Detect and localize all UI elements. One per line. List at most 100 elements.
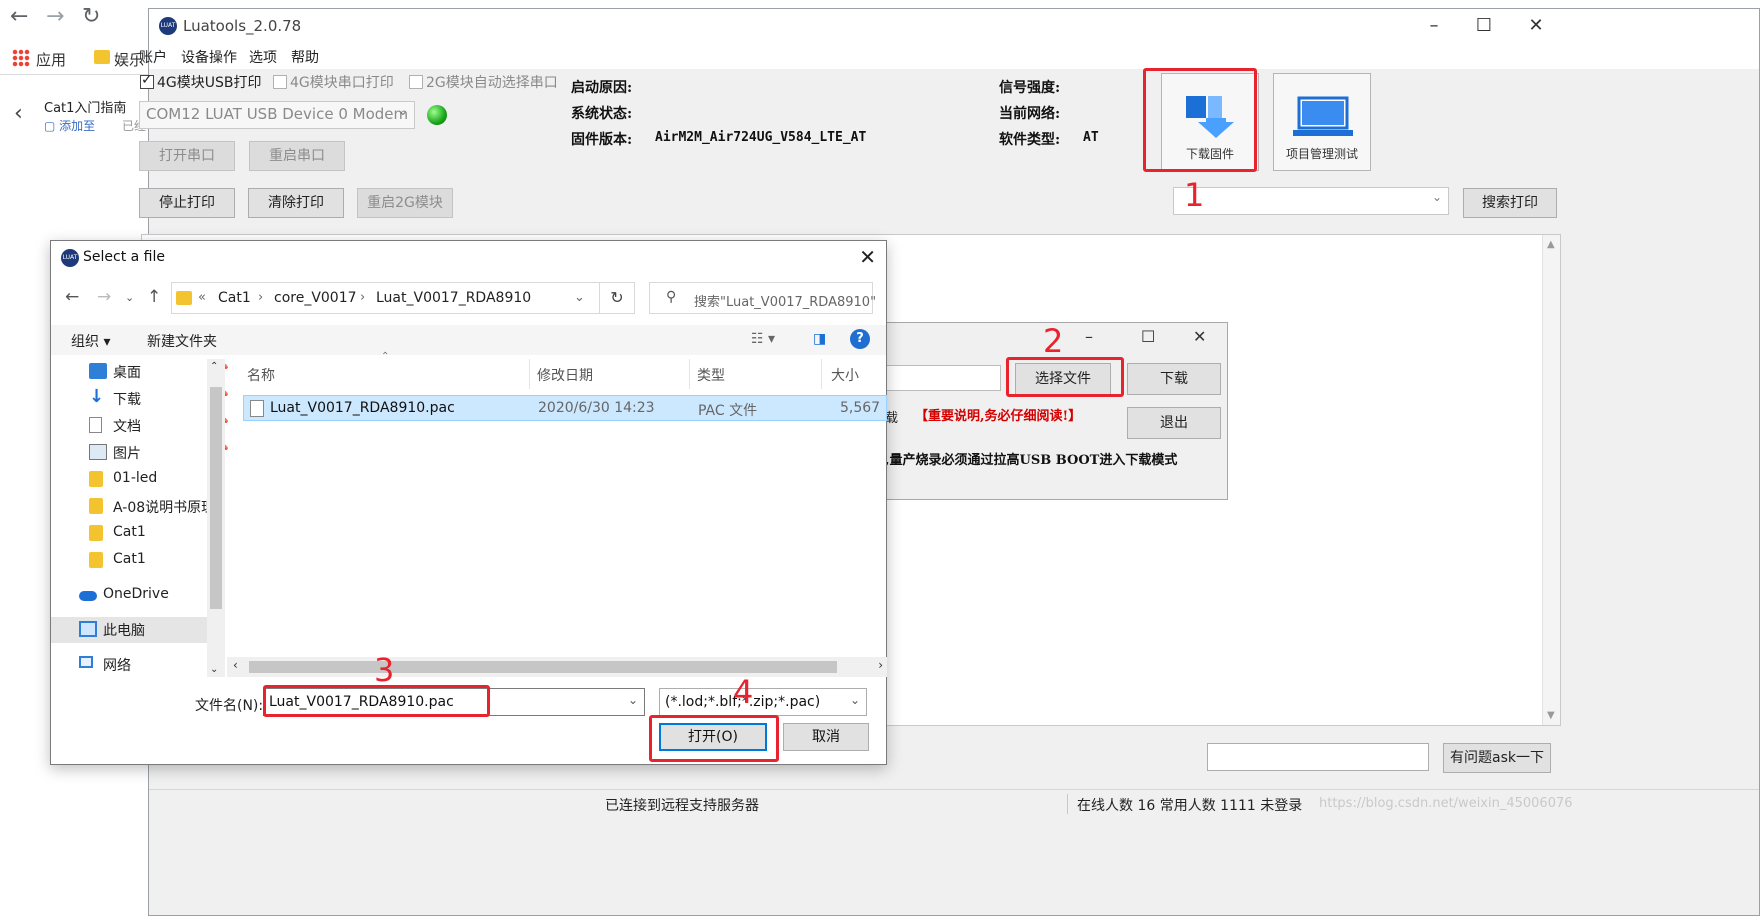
column-modified[interactable]: 修改日期 (537, 365, 593, 385)
close-icon[interactable]: ✕ (859, 245, 876, 269)
add-to-link[interactable]: ▢ 添加至 (44, 117, 95, 134)
forward-arrow-icon[interactable]: → (46, 4, 64, 29)
project-test-label: 项目管理测试 (1285, 147, 1358, 161)
up-arrow-icon[interactable]: ↑ (147, 287, 161, 307)
scroll-down-icon[interactable]: ⌄ (210, 664, 218, 675)
network-icon (79, 656, 93, 668)
minimize-icon[interactable]: – (1085, 327, 1093, 346)
nav-folder-cat1[interactable]: Cat1 (77, 521, 227, 547)
view-options-icon[interactable]: ☷ ▾ (751, 331, 775, 347)
new-folder-button[interactable]: 新建文件夹 (147, 331, 217, 351)
address-bar[interactable]: « Cat1 › core_V0017 › Luat_V0017_RDA8910… (171, 282, 635, 314)
menu-options[interactable]: 选项 (249, 47, 277, 67)
nav-this-pc[interactable]: 此电脑 (51, 617, 207, 643)
column-divider (529, 359, 530, 389)
ask-input[interactable] (1207, 743, 1429, 771)
stop-print-button[interactable]: 停止打印 (139, 188, 235, 218)
close-icon[interactable]: ✕ (1193, 327, 1206, 346)
nav-label: 图片 (113, 446, 141, 462)
nav-folder-01-led[interactable]: 01-led (77, 467, 227, 493)
search-icon: ⚲ (666, 289, 677, 305)
close-icon[interactable]: ✕ (1513, 11, 1559, 41)
path-segment-luat[interactable]: Luat_V0017_RDA8910 (376, 290, 531, 306)
chevron-left-icon[interactable]: ‹ (14, 101, 23, 126)
nav-scrollbar[interactable]: ⌃ ⌄ (207, 359, 225, 677)
reload-icon[interactable]: ↻ (82, 4, 100, 29)
forward-arrow-icon[interactable]: → (97, 287, 111, 307)
search-port-select[interactable]: ⌄ (1173, 187, 1449, 215)
nav-network[interactable]: 网络 (67, 652, 217, 678)
maximize-icon[interactable]: ☐ (1141, 327, 1155, 346)
scroll-right-icon[interactable]: › (878, 658, 883, 672)
exit-button[interactable]: 退出 (1127, 407, 1221, 439)
scroll-left-icon[interactable]: ‹ (233, 658, 238, 672)
help-icon[interactable]: ? (850, 329, 870, 349)
minimize-icon[interactable]: – (1411, 11, 1457, 41)
file-type: PAC 文件 (698, 403, 758, 419)
nav-documents[interactable]: 文档 📌 (77, 413, 229, 439)
download-button[interactable]: 下载 (1127, 363, 1221, 395)
back-arrow-icon[interactable]: ← (65, 287, 79, 307)
auto-select-2g-checkbox[interactable]: 2G模块自动选择串口 (409, 72, 558, 92)
important-notice-link[interactable]: 【重要说明,务必仔细阅读!】 (915, 405, 1081, 424)
file-type-filter[interactable]: (*.lod;*.blf;*.zip;*.pac) ⌄ (659, 688, 867, 716)
check-icon: ✓ (141, 72, 153, 88)
path-segment-core[interactable]: core_V0017 (274, 290, 357, 306)
nav-label: A-08说明书原理 (113, 500, 216, 516)
menu-help[interactable]: 帮助 (291, 47, 319, 67)
document-icon (89, 417, 102, 433)
scroll-thumb[interactable] (210, 387, 222, 609)
refresh-icon[interactable]: ↻ (599, 282, 635, 314)
restart-2g-button[interactable]: 重启2G模块 (357, 188, 453, 218)
ask-button[interactable]: 有问题ask一下 (1443, 743, 1551, 773)
search-print-button[interactable]: 搜索打印 (1463, 188, 1557, 218)
nav-downloads[interactable]: ↓ 下载 📌 (77, 386, 229, 412)
column-size[interactable]: 大小 (831, 365, 859, 385)
preview-pane-icon[interactable]: ◨ (813, 331, 826, 347)
firmware-path-input[interactable] (881, 365, 1001, 391)
log-scrollbar[interactable]: ▲ ▼ (1542, 235, 1560, 725)
file-list-hscrollbar[interactable]: ‹ › (227, 657, 887, 677)
download-arrow-icon: ↓ (89, 386, 105, 407)
folder-icon (89, 498, 103, 514)
article-title[interactable]: Cat1入门指南 (44, 97, 126, 116)
scroll-down-icon[interactable]: ▼ (1547, 710, 1555, 721)
open-port-button[interactable]: 打开串口 (139, 141, 235, 171)
overflow-chevron[interactable]: « (198, 290, 206, 305)
menu-account[interactable]: 账户 (139, 47, 167, 67)
search-input[interactable]: ⚲ 搜索"Luat_V0017_RDA8910" (649, 282, 876, 314)
scroll-up-icon[interactable]: ▲ (1547, 239, 1555, 250)
bookmark-apps[interactable]: 应用 (36, 49, 66, 70)
recent-chevron-icon[interactable]: ⌄ (125, 291, 134, 304)
chevron-down-icon[interactable]: ⌄ (574, 290, 585, 305)
organize-button[interactable]: 组织 ▾ (71, 331, 110, 351)
restart-port-button[interactable]: 重启串口 (249, 141, 345, 171)
scroll-up-icon[interactable]: ⌃ (210, 361, 218, 372)
status-led-icon (427, 105, 447, 125)
nav-desktop[interactable]: 桌面 📌 (77, 359, 229, 385)
nav-folder-cat1-2[interactable]: Cat1 (77, 548, 227, 574)
computer-icon (79, 621, 97, 637)
cancel-button[interactable]: 取消 (783, 723, 869, 751)
column-type[interactable]: 类型 (697, 365, 725, 385)
port-select[interactable]: COM12 LUAT USB Device 0 Modem (C ⌄ (139, 101, 415, 129)
clear-print-button[interactable]: 清除打印 (248, 188, 344, 218)
checkbox-label: 4G模块USB打印 (157, 75, 262, 91)
serial-print-checkbox[interactable]: 4G模块串口打印 (273, 72, 394, 92)
usb-print-checkbox[interactable]: ✓ 4G模块USB打印 (140, 72, 262, 92)
scroll-thumb[interactable] (249, 661, 837, 673)
checkbox-box (409, 75, 423, 89)
file-row[interactable]: Luat_V0017_RDA8910.pac 2020/6/30 14:23 P… (243, 395, 887, 421)
nav-folder-a08[interactable]: A-08说明书原理 (77, 494, 227, 520)
chevron-down-icon[interactable]: ⌄ (628, 693, 638, 707)
nav-pictures[interactable]: 图片 📌 (77, 440, 229, 466)
checkbox-label: 4G模块串口打印 (290, 75, 394, 91)
column-name[interactable]: 名称 (247, 365, 275, 385)
path-segment-cat1[interactable]: Cat1 (218, 290, 251, 306)
project-test-tile[interactable]: 项目管理测试 (1273, 73, 1371, 171)
apps-grid-icon[interactable] (12, 49, 30, 67)
back-arrow-icon[interactable]: ← (10, 4, 28, 29)
nav-onedrive[interactable]: OneDrive (67, 583, 217, 609)
maximize-icon[interactable]: ☐ (1461, 11, 1507, 41)
menu-device-ops[interactable]: 设备操作 (181, 47, 237, 67)
